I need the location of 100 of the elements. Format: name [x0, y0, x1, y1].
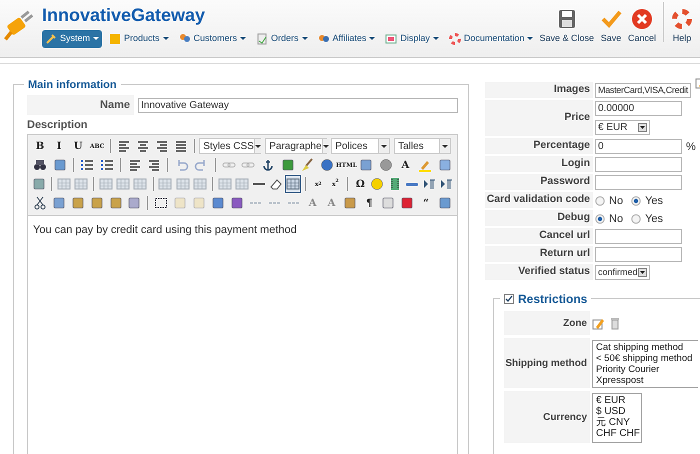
radio-option[interactable]: No	[595, 211, 624, 228]
scissors-icon	[32, 196, 47, 210]
menu-item[interactable]: Customers	[176, 30, 250, 48]
radio-option[interactable]: Yes	[631, 211, 664, 228]
toolbar-button[interactable]: Cancel	[624, 8, 659, 46]
highlighter-icon	[418, 158, 432, 172]
document-icon	[256, 32, 268, 45]
copy-icon	[52, 196, 66, 210]
table-icon	[218, 177, 232, 191]
window-icon	[385, 32, 398, 45]
align-left-icon	[117, 139, 132, 153]
clock-icon	[378, 158, 393, 172]
format-button[interactable]: B	[31, 137, 50, 155]
field-label: Description	[27, 118, 89, 133]
menu-item[interactable]: System	[42, 30, 102, 48]
tiny-text-icon	[268, 201, 282, 205]
checkbox[interactable]	[504, 294, 514, 304]
preview-icon	[381, 196, 396, 210]
radio-icon	[631, 196, 642, 206]
text-field[interactable]: MasterCard,VISA,Credit	[595, 83, 691, 98]
binoculars-icon	[33, 158, 48, 172]
outdent-icon	[128, 158, 142, 172]
text-field[interactable]	[595, 157, 682, 172]
menu-item[interactable]: Display	[382, 30, 442, 48]
toolbar-button[interactable]: Help	[668, 8, 696, 46]
menu-item[interactable]: Products	[106, 30, 172, 48]
caret-icon	[302, 37, 308, 40]
clipboard-icon	[108, 196, 123, 210]
field-label: Images	[485, 82, 593, 98]
checkmark-icon	[600, 8, 622, 30]
format-button[interactable]: Ω	[352, 175, 368, 193]
format-button[interactable]: A	[396, 156, 415, 174]
text-field[interactable]	[595, 229, 682, 244]
pilcrow-arrow-icon	[438, 177, 453, 191]
table-icon	[133, 177, 148, 191]
text-field[interactable]: 0.00000	[595, 101, 682, 116]
style-dropdown[interactable]: Talles	[394, 138, 451, 154]
format-button[interactable]: I	[50, 137, 68, 155]
numbered-list-icon	[100, 158, 114, 172]
caret-icon	[442, 144, 448, 148]
toolbar-button[interactable]: Save	[596, 8, 625, 46]
status-select[interactable]: confirmed	[595, 265, 650, 280]
style-dropdown[interactable]: Polices	[331, 138, 390, 154]
field-label: Debug	[485, 210, 593, 226]
style-dropdown[interactable]: Paragraphe	[265, 138, 328, 154]
text-field[interactable]	[595, 175, 682, 190]
radio-option[interactable]: No	[595, 193, 624, 210]
fullscreen-icon	[438, 158, 452, 172]
text-field[interactable]: 0	[595, 139, 682, 154]
field-label: Verified status	[485, 264, 593, 280]
percent-sign: %	[686, 140, 696, 155]
calendar-icon	[359, 158, 374, 172]
trash-icon	[610, 317, 620, 330]
menu-item[interactable]: Documentation	[446, 30, 536, 48]
currency-select[interactable]: € EUR	[595, 120, 650, 135]
smiley-icon	[370, 177, 384, 191]
align-right-icon	[155, 139, 170, 153]
table-icon	[234, 177, 249, 191]
table-icon	[176, 177, 190, 191]
format-button[interactable]: U	[69, 137, 88, 155]
layers-icon	[192, 196, 206, 210]
field-label: Card validation code	[485, 192, 593, 208]
shipping-list[interactable]: Cat shipping method < 50€ shipping method Priority Courier Xpresspost	[592, 340, 698, 388]
eraser-icon	[269, 177, 284, 191]
align-justify-icon	[174, 139, 188, 153]
field-label: Return url	[485, 246, 593, 262]
menu-item[interactable]: Affiliates	[314, 30, 378, 48]
section-legend: Restrictions	[518, 290, 588, 308]
format-button[interactable]: “	[417, 194, 435, 212]
dashed-box-icon	[154, 196, 168, 210]
indent-icon	[147, 158, 162, 172]
table-icon	[57, 177, 72, 191]
tiny-text-icon	[287, 201, 300, 205]
toolbar-button[interactable]: Save & Close	[536, 8, 597, 46]
field-label: Name	[27, 95, 134, 115]
lifebuoy-icon	[448, 32, 461, 45]
radio-icon	[595, 196, 605, 206]
radio-option[interactable]: Yes	[631, 193, 664, 210]
replace-icon	[52, 158, 67, 172]
style-dropdown[interactable]: Styles CSS	[199, 138, 262, 154]
lifebuoy-icon	[671, 8, 693, 30]
caret-icon	[92, 37, 99, 40]
menu-item[interactable]: Orders	[253, 30, 311, 48]
field-label: Percentage	[485, 138, 593, 154]
image-icon	[280, 158, 295, 172]
format-button[interactable]: ¶	[360, 194, 378, 212]
clipboard-icon	[70, 196, 85, 210]
text-field[interactable]: Innovative Gateway	[138, 98, 458, 112]
caret-icon	[369, 37, 376, 40]
table-icon	[158, 177, 172, 191]
text-field[interactable]	[595, 247, 682, 262]
edit-icon	[592, 317, 604, 330]
caret-icon	[527, 37, 534, 40]
template-icon	[400, 196, 414, 210]
caret-icon	[638, 123, 647, 132]
edit-icon	[32, 177, 46, 191]
field-label: Currency	[504, 391, 590, 443]
currency-list[interactable]: € EUR $ USD 元 CNY CHF CHF	[592, 393, 642, 443]
select-all-icon	[127, 196, 142, 210]
clipboard-icon	[90, 196, 104, 210]
